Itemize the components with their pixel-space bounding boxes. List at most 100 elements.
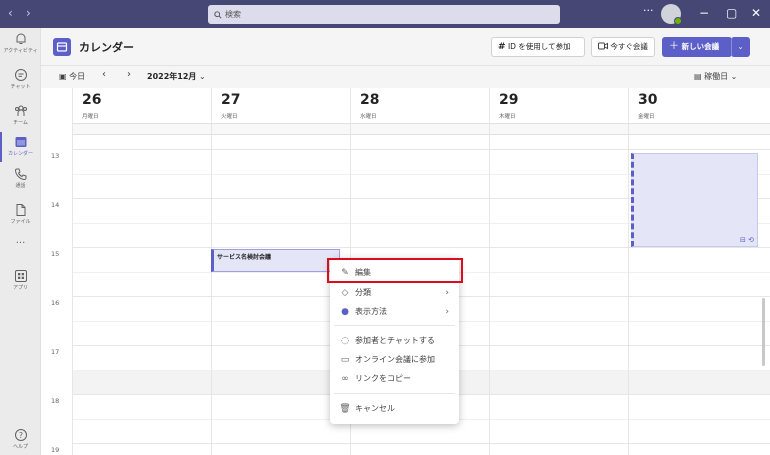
hour-label: 15	[51, 250, 60, 258]
rail-label: チーム	[13, 120, 28, 126]
menu-item-copy-link[interactable]: ∞ リンクをコピー	[330, 370, 459, 388]
scrollbar[interactable]	[762, 298, 765, 366]
all-day-row[interactable]	[72, 124, 770, 135]
event-status-icons: ⊟ ⟲	[740, 236, 754, 244]
status-dot-icon: ●	[341, 307, 349, 317]
rail-label: カレンダー	[7, 151, 33, 157]
day-header[interactable]: 29 木曜日	[489, 88, 628, 124]
column-line	[211, 124, 212, 455]
rail-item-activity[interactable]: アクティビティ	[0, 32, 41, 54]
minimize-icon[interactable]: −	[699, 6, 709, 20]
day-number: 26	[82, 92, 102, 108]
calendar-icon	[15, 137, 26, 147]
phone-icon	[14, 168, 26, 181]
day-number: 30	[638, 92, 658, 108]
search-input[interactable]: 検索	[208, 5, 560, 24]
menu-item-label: 表示方法	[355, 307, 387, 316]
hour-label: 18	[51, 397, 60, 405]
rail-item-help[interactable]: ? ヘルプ	[0, 428, 41, 450]
hour-line	[72, 443, 770, 444]
today-button[interactable]: ▣ 今日	[59, 71, 85, 82]
app-bar: アクティビティ チャット チーム カレンダー 通話 ファイル ··· アプリ ?…	[0, 28, 41, 455]
event-title: サービス名検討会議	[217, 254, 272, 261]
day-number: 29	[499, 92, 519, 108]
meet-now-label: 今すぐ会議	[610, 42, 648, 51]
hour-label: 13	[51, 152, 60, 160]
next-week-icon[interactable]: ›	[127, 69, 131, 80]
trash-icon: 🗑	[339, 404, 351, 414]
apps-icon	[14, 270, 27, 282]
page-title: カレンダー	[79, 41, 134, 54]
view-icon: ▤	[694, 72, 702, 81]
hour-line	[72, 247, 770, 248]
view-switcher[interactable]: ▤ 稼働日 ⌄	[694, 71, 737, 82]
menu-item-label: キャンセル	[355, 404, 395, 413]
rail-label: 通話	[15, 183, 26, 189]
column-line	[628, 124, 629, 455]
calendar-icon	[53, 38, 71, 56]
search-placeholder: 検索	[225, 10, 241, 19]
rail-item-files[interactable]: ファイル	[0, 203, 41, 225]
help-icon: ?	[14, 429, 27, 441]
rail-item-calendar[interactable]: カレンダー	[0, 135, 41, 157]
video-icon: ▭	[340, 355, 350, 365]
rail-label: ヘルプ	[12, 444, 28, 450]
plus-icon: ＋	[669, 41, 679, 52]
rail-item-calls[interactable]: 通話	[0, 167, 41, 189]
highlight-box	[327, 258, 463, 283]
hour-line	[72, 149, 770, 150]
rail-label: アクティビティ	[3, 48, 38, 54]
rail-item-apps[interactable]: アプリ	[0, 269, 41, 291]
month-label: 2022年12月	[147, 72, 197, 81]
tag-icon: ◇	[341, 288, 349, 298]
menu-divider	[334, 325, 455, 326]
maximize-icon[interactable]: ▢	[726, 6, 737, 20]
view-label: 稼働日	[704, 72, 729, 81]
weekday-label: 水曜日	[360, 114, 377, 120]
new-meeting-label: 新しい会議	[681, 42, 720, 51]
prev-week-icon[interactable]: ‹	[102, 69, 106, 80]
chevron-right-icon: ›	[445, 307, 449, 317]
menu-item-chat-participants[interactable]: ◌ 参加者とチャットする	[330, 332, 459, 350]
menu-item-join-online[interactable]: ▭ オンライン会議に参加	[330, 351, 459, 369]
svg-text:?: ?	[19, 431, 23, 440]
menu-item-cancel[interactable]: 🗑 キャンセル	[330, 400, 459, 418]
day-header[interactable]: 28 水曜日	[350, 88, 489, 124]
more-options-icon[interactable]: ···	[643, 4, 654, 17]
chevron-down-icon: ⌄	[730, 72, 738, 81]
close-icon[interactable]: ✕	[751, 6, 761, 20]
day-header[interactable]: 30 金曜日	[628, 88, 770, 124]
menu-item-categorize[interactable]: ◇ 分類 ›	[330, 284, 459, 302]
chat-icon	[14, 69, 27, 81]
menu-item-show-as[interactable]: ● 表示方法 ›	[330, 303, 459, 321]
back-icon[interactable]: ‹	[8, 6, 13, 20]
weekday-label: 火曜日	[221, 114, 238, 120]
menu-item-label: リンクをコピー	[355, 374, 411, 383]
calendar-event-tentative[interactable]: ⊟ ⟲	[631, 153, 758, 247]
month-picker[interactable]: 2022年12月 ⌄	[147, 71, 206, 82]
rail-item-more[interactable]: ···	[0, 238, 41, 249]
chevron-down-icon: ⌄	[737, 42, 744, 51]
avatar[interactable]	[661, 4, 682, 25]
calendar-event[interactable]: サービス名検討会議	[211, 249, 340, 272]
column-line	[489, 124, 490, 455]
new-meeting-dropdown[interactable]: ⌄	[731, 37, 750, 57]
rail-item-chat[interactable]: チャット	[0, 68, 41, 90]
day-number: 28	[360, 92, 380, 108]
join-with-id-button[interactable]: # ID を使用して参加	[491, 37, 585, 57]
day-header[interactable]: 27 火曜日	[211, 88, 350, 124]
hash-icon: #	[498, 42, 506, 52]
video-icon	[598, 42, 608, 50]
day-header[interactable]: 26 月曜日	[72, 88, 211, 124]
join-with-id-label: ID を使用して参加	[507, 42, 571, 51]
meet-now-button[interactable]: 今すぐ会議	[591, 37, 655, 57]
new-meeting-button[interactable]: ＋ 新しい会議	[662, 37, 732, 57]
day-number: 27	[221, 92, 241, 108]
rail-item-teams[interactable]: チーム	[0, 104, 41, 126]
menu-item-label: 参加者とチャットする	[355, 336, 435, 345]
column-line	[72, 124, 73, 455]
forward-icon[interactable]: ›	[26, 6, 31, 20]
chat-icon: ◌	[341, 336, 349, 346]
calendar-today-icon: ▣	[59, 72, 67, 81]
hour-label: 16	[51, 299, 60, 307]
